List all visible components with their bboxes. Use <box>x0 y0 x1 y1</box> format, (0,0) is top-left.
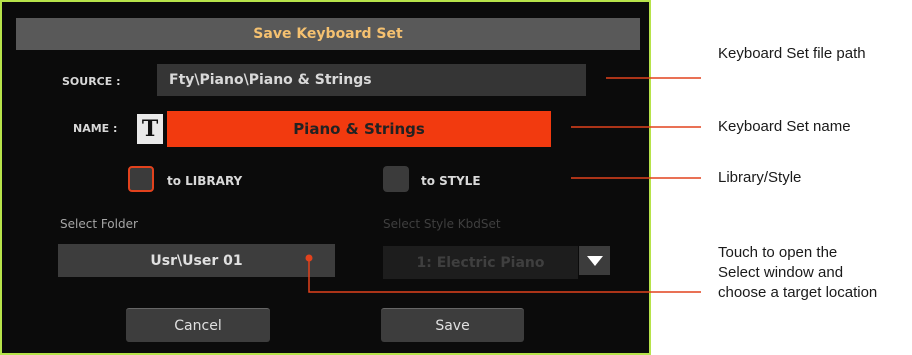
callout-file-path: Keyboard Set file path <box>718 45 866 62</box>
callout-dot-select <box>305 254 313 262</box>
callout-library-style: Library/Style <box>718 169 802 186</box>
callout-touch-select: Touch to open the Select window and choo… <box>718 244 878 301</box>
callout-line-select <box>308 258 701 293</box>
callout-name: Keyboard Set name <box>718 118 851 135</box>
